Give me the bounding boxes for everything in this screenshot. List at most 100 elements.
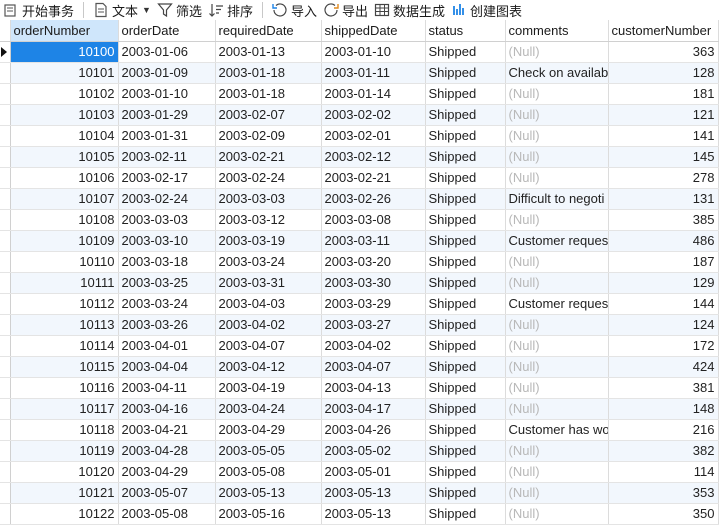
- cell-comments[interactable]: (Null): [505, 167, 609, 189]
- cell-customer-number[interactable]: 278: [608, 167, 719, 189]
- cell-order-date[interactable]: 2003-01-06: [118, 41, 216, 63]
- cell-comments[interactable]: Customer request: [505, 293, 609, 315]
- cell-status[interactable]: Shipped: [425, 209, 506, 231]
- cell-comments[interactable]: Check on availabi: [505, 62, 609, 84]
- cell-customer-number[interactable]: 114: [608, 461, 719, 483]
- row-indicator[interactable]: [0, 209, 11, 231]
- create-chart-button[interactable]: 创建图表: [448, 0, 525, 20]
- cell-required-date[interactable]: 2003-04-02: [215, 314, 322, 336]
- cell-customer-number[interactable]: 385: [608, 209, 719, 231]
- cell-order-date[interactable]: 2003-03-26: [118, 314, 216, 336]
- cell-order-number[interactable]: 10118: [10, 419, 119, 441]
- cell-required-date[interactable]: 2003-02-21: [215, 146, 322, 168]
- cell-required-date[interactable]: 2003-04-19: [215, 377, 322, 399]
- cell-order-date[interactable]: 2003-05-08: [118, 503, 216, 525]
- row-indicator[interactable]: [0, 125, 11, 147]
- row-indicator[interactable]: [0, 83, 11, 105]
- cell-comments[interactable]: (Null): [505, 209, 609, 231]
- cell-comments[interactable]: (Null): [505, 461, 609, 483]
- cell-order-number[interactable]: 10112: [10, 293, 119, 315]
- cell-required-date[interactable]: 2003-05-08: [215, 461, 322, 483]
- table-row[interactable]: 10120 2003-04-29 2003-05-08 2003-05-01 Shipp…: [0, 461, 719, 483]
- cell-status[interactable]: Shipped: [425, 461, 506, 483]
- cell-comments[interactable]: (Null): [505, 251, 609, 273]
- cell-customer-number[interactable]: 148: [608, 398, 719, 420]
- cell-required-date[interactable]: 2003-05-13: [215, 482, 322, 504]
- cell-shipped-date[interactable]: 2003-03-11: [321, 230, 426, 252]
- cell-customer-number[interactable]: 144: [608, 293, 719, 315]
- data-generation-button[interactable]: 数据生成: [371, 0, 448, 20]
- cell-shipped-date[interactable]: 2003-04-13: [321, 377, 426, 399]
- cell-order-date[interactable]: 2003-04-29: [118, 461, 216, 483]
- cell-comments[interactable]: Customer request: [505, 230, 609, 252]
- row-indicator[interactable]: [0, 356, 11, 378]
- cell-shipped-date[interactable]: 2003-01-14: [321, 83, 426, 105]
- cell-shipped-date[interactable]: 2003-02-12: [321, 146, 426, 168]
- cell-order-date[interactable]: 2003-03-24: [118, 293, 216, 315]
- cell-required-date[interactable]: 2003-02-07: [215, 104, 322, 126]
- cell-order-number[interactable]: 10104: [10, 125, 119, 147]
- column-header-comments[interactable]: comments: [505, 20, 609, 42]
- row-indicator[interactable]: [0, 272, 11, 294]
- text-button[interactable]: 文本 ▼: [90, 0, 154, 20]
- cell-customer-number[interactable]: 181: [608, 83, 719, 105]
- row-indicator[interactable]: [0, 104, 11, 126]
- cell-status[interactable]: Shipped: [425, 251, 506, 273]
- table-row[interactable]: 10117 2003-04-16 2003-04-24 2003-04-17 Shipp…: [0, 398, 719, 420]
- cell-customer-number[interactable]: 216: [608, 419, 719, 441]
- column-header-requiredDate[interactable]: requiredDate: [215, 20, 322, 42]
- cell-order-date[interactable]: 2003-04-11: [118, 377, 216, 399]
- column-header-shippedDate[interactable]: shippedDate: [321, 20, 426, 42]
- table-row[interactable]: 10118 2003-04-21 2003-04-29 2003-04-26 Shipp…: [0, 419, 719, 441]
- cell-order-date[interactable]: 2003-02-17: [118, 167, 216, 189]
- column-header-status[interactable]: status: [425, 20, 506, 42]
- row-indicator[interactable]: [0, 293, 11, 315]
- cell-comments[interactable]: (Null): [505, 503, 609, 525]
- cell-status[interactable]: Shipped: [425, 272, 506, 294]
- cell-order-number[interactable]: 10107: [10, 188, 119, 210]
- cell-customer-number[interactable]: 124: [608, 314, 719, 336]
- cell-order-number[interactable]: 10113: [10, 314, 119, 336]
- cell-order-date[interactable]: 2003-01-29: [118, 104, 216, 126]
- cell-order-number[interactable]: 10103: [10, 104, 119, 126]
- row-indicator[interactable]: [0, 482, 11, 504]
- cell-customer-number[interactable]: 382: [608, 440, 719, 462]
- cell-comments[interactable]: (Null): [505, 272, 609, 294]
- cell-order-date[interactable]: 2003-02-11: [118, 146, 216, 168]
- cell-comments[interactable]: (Null): [505, 83, 609, 105]
- row-indicator[interactable]: [0, 167, 11, 189]
- cell-required-date[interactable]: 2003-01-18: [215, 62, 322, 84]
- table-row[interactable]: 10112 2003-03-24 2003-04-03 2003-03-29 Shipp…: [0, 293, 719, 315]
- cell-shipped-date[interactable]: 2003-05-01: [321, 461, 426, 483]
- cell-order-number[interactable]: 10119: [10, 440, 119, 462]
- cell-customer-number[interactable]: 381: [608, 377, 719, 399]
- cell-status[interactable]: Shipped: [425, 440, 506, 462]
- cell-status[interactable]: Shipped: [425, 314, 506, 336]
- cell-status[interactable]: Shipped: [425, 335, 506, 357]
- row-indicator[interactable]: [0, 230, 11, 252]
- cell-status[interactable]: Shipped: [425, 41, 506, 63]
- cell-customer-number[interactable]: 141: [608, 125, 719, 147]
- table-row[interactable]: 10104 2003-01-31 2003-02-09 2003-02-01 Shipp…: [0, 125, 719, 147]
- cell-comments[interactable]: Difficult to negoti: [505, 188, 609, 210]
- cell-order-number[interactable]: 10117: [10, 398, 119, 420]
- cell-status[interactable]: Shipped: [425, 419, 506, 441]
- export-button[interactable]: 导出: [320, 0, 371, 20]
- table-row[interactable]: 10108 2003-03-03 2003-03-12 2003-03-08 Shipp…: [0, 209, 719, 231]
- cell-order-number[interactable]: 10101: [10, 62, 119, 84]
- cell-order-number[interactable]: 10116: [10, 377, 119, 399]
- row-indicator[interactable]: [0, 398, 11, 420]
- filter-button[interactable]: 筛选: [154, 0, 205, 20]
- table-row[interactable]: 10105 2003-02-11 2003-02-21 2003-02-12 Shipp…: [0, 146, 719, 168]
- cell-required-date[interactable]: 2003-03-12: [215, 209, 322, 231]
- cell-shipped-date[interactable]: 2003-03-27: [321, 314, 426, 336]
- cell-customer-number[interactable]: 128: [608, 62, 719, 84]
- cell-comments[interactable]: (Null): [505, 104, 609, 126]
- column-header-orderNumber[interactable]: orderNumber: [10, 20, 119, 42]
- cell-shipped-date[interactable]: 2003-02-02: [321, 104, 426, 126]
- cell-status[interactable]: Shipped: [425, 62, 506, 84]
- cell-comments[interactable]: (Null): [505, 41, 609, 63]
- column-header-orderDate[interactable]: orderDate: [118, 20, 216, 42]
- cell-required-date[interactable]: 2003-03-19: [215, 230, 322, 252]
- cell-customer-number[interactable]: 129: [608, 272, 719, 294]
